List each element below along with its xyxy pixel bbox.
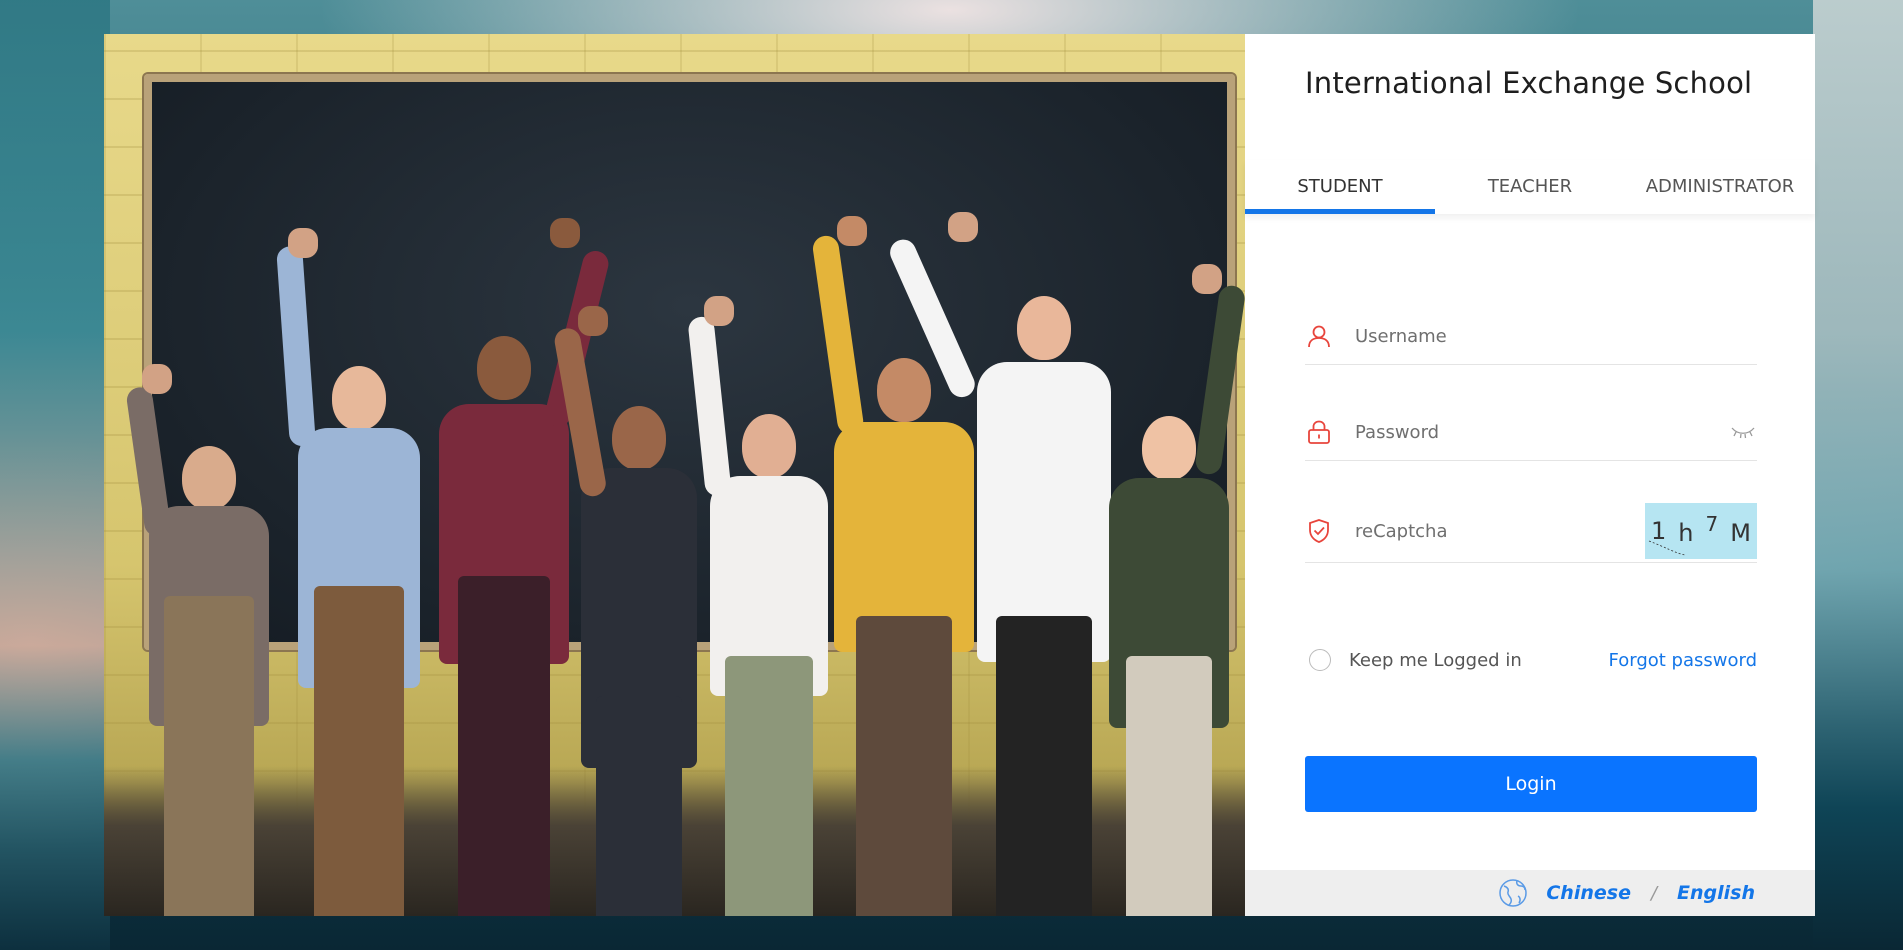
remember-label: Keep me Logged in <box>1349 649 1522 671</box>
tab-student[interactable]: STUDENT <box>1245 160 1435 214</box>
language-english[interactable]: English <box>1677 882 1755 904</box>
tab-administrator[interactable]: ADMINISTRATOR <box>1625 160 1815 214</box>
password-row <box>1305 404 1757 461</box>
role-tabs: STUDENT TEACHER ADMINISTRATOR <box>1245 160 1815 214</box>
captcha-noise <box>1648 540 1686 556</box>
student-figure <box>125 196 284 916</box>
background-left <box>0 0 110 950</box>
captcha-row: 1 h 7 M <box>1305 500 1757 563</box>
language-bar: Chinese / English <box>1245 870 1815 916</box>
captcha-image[interactable]: 1 h 7 M <box>1645 503 1757 559</box>
eye-closed-icon[interactable] <box>1729 422 1757 442</box>
globe-icon <box>1498 878 1528 908</box>
login-button[interactable]: Login <box>1305 756 1757 812</box>
forgot-password-link[interactable]: Forgot password <box>1609 650 1757 671</box>
remember-row: Keep me Logged in Forgot password <box>1305 640 1757 680</box>
language-separator: / <box>1650 882 1658 904</box>
student-figure <box>424 146 612 916</box>
tab-teacher[interactable]: TEACHER <box>1435 160 1625 214</box>
login-card: International Exchange School STUDENT TE… <box>104 34 1815 916</box>
username-input[interactable] <box>1353 324 1757 348</box>
login-form-panel: International Exchange School STUDENT TE… <box>1245 34 1815 916</box>
remember-checkbox[interactable]: Keep me Logged in <box>1305 649 1522 671</box>
hero-photo <box>104 34 1245 916</box>
user-icon <box>1305 322 1333 350</box>
captcha-input[interactable] <box>1353 519 1645 543</box>
language-chinese[interactable]: Chinese <box>1546 882 1631 904</box>
student-figure <box>552 206 714 916</box>
password-input[interactable] <box>1353 420 1729 444</box>
username-row <box>1305 308 1757 365</box>
student-figure <box>276 156 434 916</box>
background-right <box>1813 0 1903 950</box>
lock-icon <box>1305 418 1333 446</box>
student-figure <box>1094 176 1245 916</box>
page-title: International Exchange School <box>1305 66 1753 100</box>
remember-radio[interactable] <box>1309 649 1331 671</box>
shield-check-icon <box>1305 517 1333 545</box>
